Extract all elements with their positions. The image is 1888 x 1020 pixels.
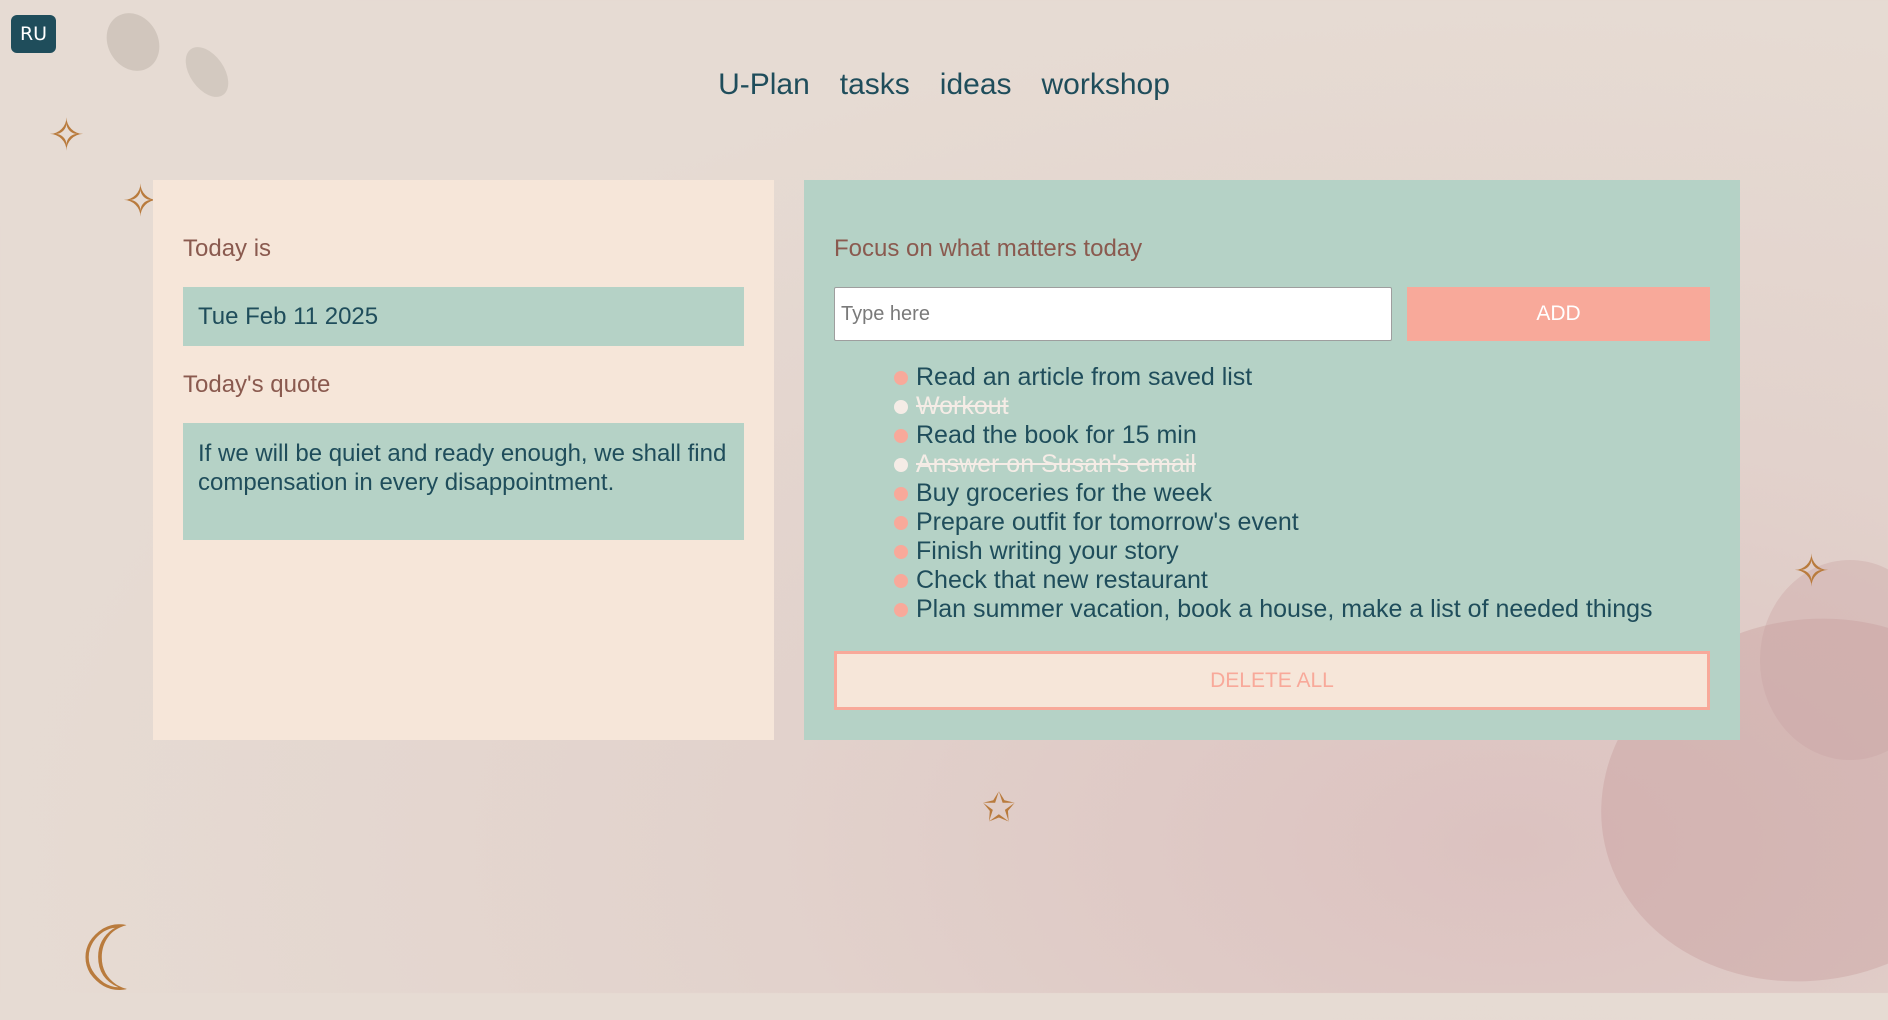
language-toggle-button[interactable]: RU: [11, 15, 56, 53]
task-item[interactable]: Answer on Susan's email: [894, 450, 1653, 479]
nav-item-tasks[interactable]: tasks: [840, 68, 910, 102]
quote-label: Today's quote: [183, 371, 331, 398]
task-item[interactable]: Read an article from saved list: [894, 363, 1653, 392]
bullet-icon: [894, 573, 908, 588]
task-text: Plan summer vacation, book a house, make…: [916, 595, 1653, 623]
nav-item-ideas[interactable]: ideas: [940, 68, 1012, 102]
task-text: Buy groceries for the week: [916, 479, 1212, 507]
today-label: Today is: [183, 235, 272, 262]
focus-card: Focus on what matters today ADD Read an …: [804, 180, 1740, 740]
task-item[interactable]: Finish writing your story: [894, 537, 1653, 566]
nav-item-uplan[interactable]: U-Plan: [718, 68, 810, 102]
bullet-icon: [894, 602, 908, 617]
add-task-button[interactable]: ADD: [1407, 287, 1710, 341]
bullet-icon: [894, 457, 908, 472]
task-text: Read the book for 15 min: [916, 421, 1197, 449]
task-text: Check that new restaurant: [916, 566, 1208, 594]
focus-title: Focus on what matters today: [834, 235, 1143, 262]
task-list: Read an article from saved list Workout Re…: [894, 363, 1653, 624]
task-text: Read an article from saved list: [916, 363, 1253, 391]
sparkle-icon: ✧: [1793, 546, 1830, 597]
task-text: Finish writing your story: [916, 537, 1179, 565]
quote-text: If we will be quiet and ready enough, we…: [183, 423, 744, 540]
bullet-icon: [894, 486, 908, 501]
task-text: Prepare outfit for tomorrow's event: [916, 508, 1299, 536]
task-item[interactable]: Plan summer vacation, book a house, make…: [894, 595, 1653, 624]
main-nav: U-Plan tasks ideas workshop: [0, 68, 1888, 102]
nav-item-workshop[interactable]: workshop: [1042, 68, 1170, 102]
bullet-icon: [894, 515, 908, 530]
task-item[interactable]: Read the book for 15 min: [894, 421, 1653, 450]
today-card: Today is Tue Feb 11 2025 Today's quote I…: [153, 180, 774, 740]
task-text: Workout: [916, 392, 1009, 420]
moon-icon: ☾: [78, 907, 159, 1012]
task-item[interactable]: Buy groceries for the week: [894, 479, 1653, 508]
today-date: Tue Feb 11 2025: [183, 287, 744, 346]
star-icon: ✩: [982, 785, 1016, 831]
delete-all-button[interactable]: DELETE ALL: [834, 651, 1710, 710]
bullet-icon: [894, 370, 908, 385]
task-input[interactable]: [834, 287, 1392, 341]
task-text: Answer on Susan's email: [916, 450, 1196, 478]
bullet-icon: [894, 544, 908, 559]
task-item[interactable]: Check that new restaurant: [894, 566, 1653, 595]
task-item[interactable]: Prepare outfit for tomorrow's event: [894, 508, 1653, 537]
bullet-icon: [894, 399, 908, 414]
bullet-icon: [894, 428, 908, 443]
sparkle-icon: ✧: [48, 110, 85, 161]
task-item[interactable]: Workout: [894, 392, 1653, 421]
